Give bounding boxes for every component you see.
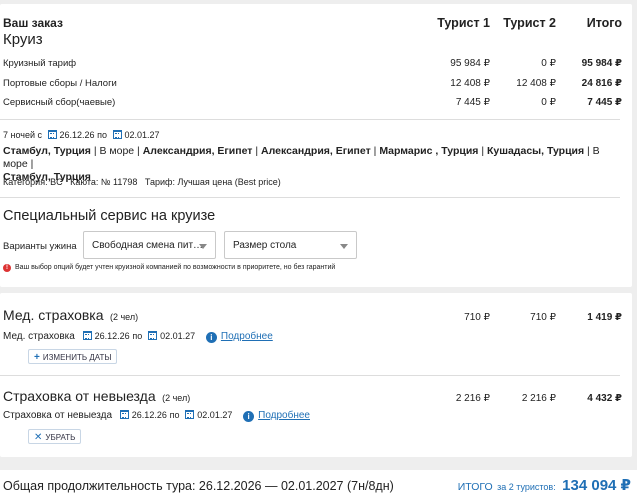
date-by: по [169,410,180,420]
price-row-total: 24 816 ₽ [581,78,622,89]
column-tourist-1: Турист 1 [437,16,490,30]
med-insurance-more-link[interactable]: Подробнее [221,331,273,342]
total-label: ИТОГО [457,481,493,493]
total-value: 134 094 ₽ [562,477,631,494]
price-row-t2: 0 ₽ [541,58,556,69]
total-for: за 2 туристов: [497,482,556,492]
med-insurance-sub-label: Мед. страховка [3,331,75,342]
dinner-label: Варианты ужина [3,241,77,252]
table-size-select[interactable]: Размер стола [224,231,357,259]
date-from: 26.12.26 [131,410,167,420]
change-dates-button[interactable]: + ИЗМЕНИТЬ ДАТЫ [28,349,118,364]
route-sep: | [252,145,262,157]
date-from: 26.12.26 [94,331,130,341]
date-from: 26.12.26 [59,130,95,140]
cancel-insurance-total: 4 432 ₽ [587,393,622,404]
table-size-select-value: Размер стола [233,240,297,251]
info-icon: i [205,332,217,343]
remove-label: УБРАТЬ [45,433,76,442]
cancel-insurance-more-link[interactable]: Подробнее [258,410,310,421]
warning-icon: ! [3,264,11,272]
nights-label: 7 ночей с [3,130,43,140]
cancel-insurance-sub-label: Страховка от невыезда [3,410,113,421]
date-by: по [132,331,143,341]
route-port: Александрия, Египет [261,145,371,157]
price-row-t1: 95 984 ₽ [450,58,490,69]
calendar-icon [119,410,129,419]
calendar-icon [47,130,57,139]
route-port: Мармарис , Турция [379,145,479,157]
date-to: 02.01.27 [160,331,196,341]
info-icon: i [243,411,255,422]
cancel-insurance-t1: 2 216 ₽ [455,393,490,404]
insurance-card: Мед. страховка (2 чел) 710 ₽ 710 ₽ 1 419… [0,293,632,457]
price-row-t1: 12 408 ₽ [450,78,490,89]
route-port: Кушадасы, Турция [486,145,585,157]
divider [0,375,620,376]
med-insurance-t1: 710 ₽ [464,312,490,323]
cancel-insurance-dates: Страховка от невыезда 26.12.26 по 02.01.… [3,410,310,422]
calendar-icon [148,331,158,340]
route-sep: | В море | [90,145,143,157]
calendar-icon [112,130,122,139]
chevron-down-icon [199,244,207,249]
close-icon: ✕ [34,432,43,443]
column-tourist-2: Турист 2 [503,16,556,30]
remove-button[interactable]: ✕ УБРАТЬ [28,429,82,444]
service-warning: ! Ваш выбор опций будет учтен круизной ко… [3,264,335,272]
dinner-select[interactable]: Свободная смена пит… [83,231,216,259]
cancel-insurance-title: Страховка от невыезда [3,388,156,404]
price-row-total: 95 984 ₽ [581,58,622,69]
price-row-t2: 0 ₽ [541,97,556,108]
price-row-label: Круизный тариф [3,58,77,69]
calendar-icon [82,331,92,340]
cruise-details: Категория: BC Каюта: № 11798 Тариф: Лучш… [3,177,281,187]
price-row-label: Сервисный сбор(чаевые) [3,97,116,108]
cancel-insurance-header: Страховка от невыезда (2 чел) [3,388,190,406]
route-port: Александрия, Египет [142,145,253,157]
order-footer: Общая продолжительность тура: 26.12.2026… [0,470,637,496]
order-title: Ваш заказ [3,16,63,30]
med-insurance-total: 1 419 ₽ [587,312,622,323]
med-insurance-count: (2 чел) [109,312,139,322]
warning-text: Ваш выбор опций будет учтен круизной ком… [15,264,336,271]
cruise-dates: 7 ночей с 26.12.26 по 02.01.27 [3,130,160,140]
cancel-insurance-count: (2 чел) [162,393,191,403]
med-insurance-title: Мед. страховка [3,307,104,323]
route-sep: | [478,145,487,157]
med-insurance-dates: Мед. страховка 26.12.26 по 02.01.27 i Под… [3,331,273,343]
order-card: Ваш заказ Круиз Турист 1 Турист 2 Итого … [0,4,632,287]
cancel-insurance-t2: 2 216 ₽ [521,393,556,404]
column-total: Итого [586,16,622,30]
plus-icon: + [34,352,40,363]
price-row-total: 7 445 ₽ [587,97,622,108]
price-row-label: Портовые сборы / Налоги [3,78,117,89]
med-insurance-t2: 710 ₽ [530,312,556,323]
date-by: по [97,130,107,140]
chevron-down-icon [340,244,348,249]
change-dates-label: ИЗМЕНИТЬ ДАТЫ [42,353,112,362]
tour-duration: Общая продолжительность тура: 26.12.2026… [3,479,394,493]
date-to: 02.01.27 [124,130,160,140]
date-to: 02.01.27 [197,410,233,420]
price-row-t1: 7 445 ₽ [455,97,490,108]
calendar-icon [185,410,195,419]
med-insurance-header: Мед. страховка (2 чел) [3,307,138,325]
order-total: ИТОГО за 2 туристов: 134 094 ₽ [458,476,631,495]
divider [0,119,620,120]
order-subtitle: Круиз [3,31,43,48]
route-port: Стамбул, Турция [3,145,91,157]
divider [0,197,620,198]
dinner-select-value: Свободная смена пит… [92,240,204,251]
price-row-t2: 12 408 ₽ [516,78,556,89]
service-title: Специальный сервис на круизе [3,208,216,224]
